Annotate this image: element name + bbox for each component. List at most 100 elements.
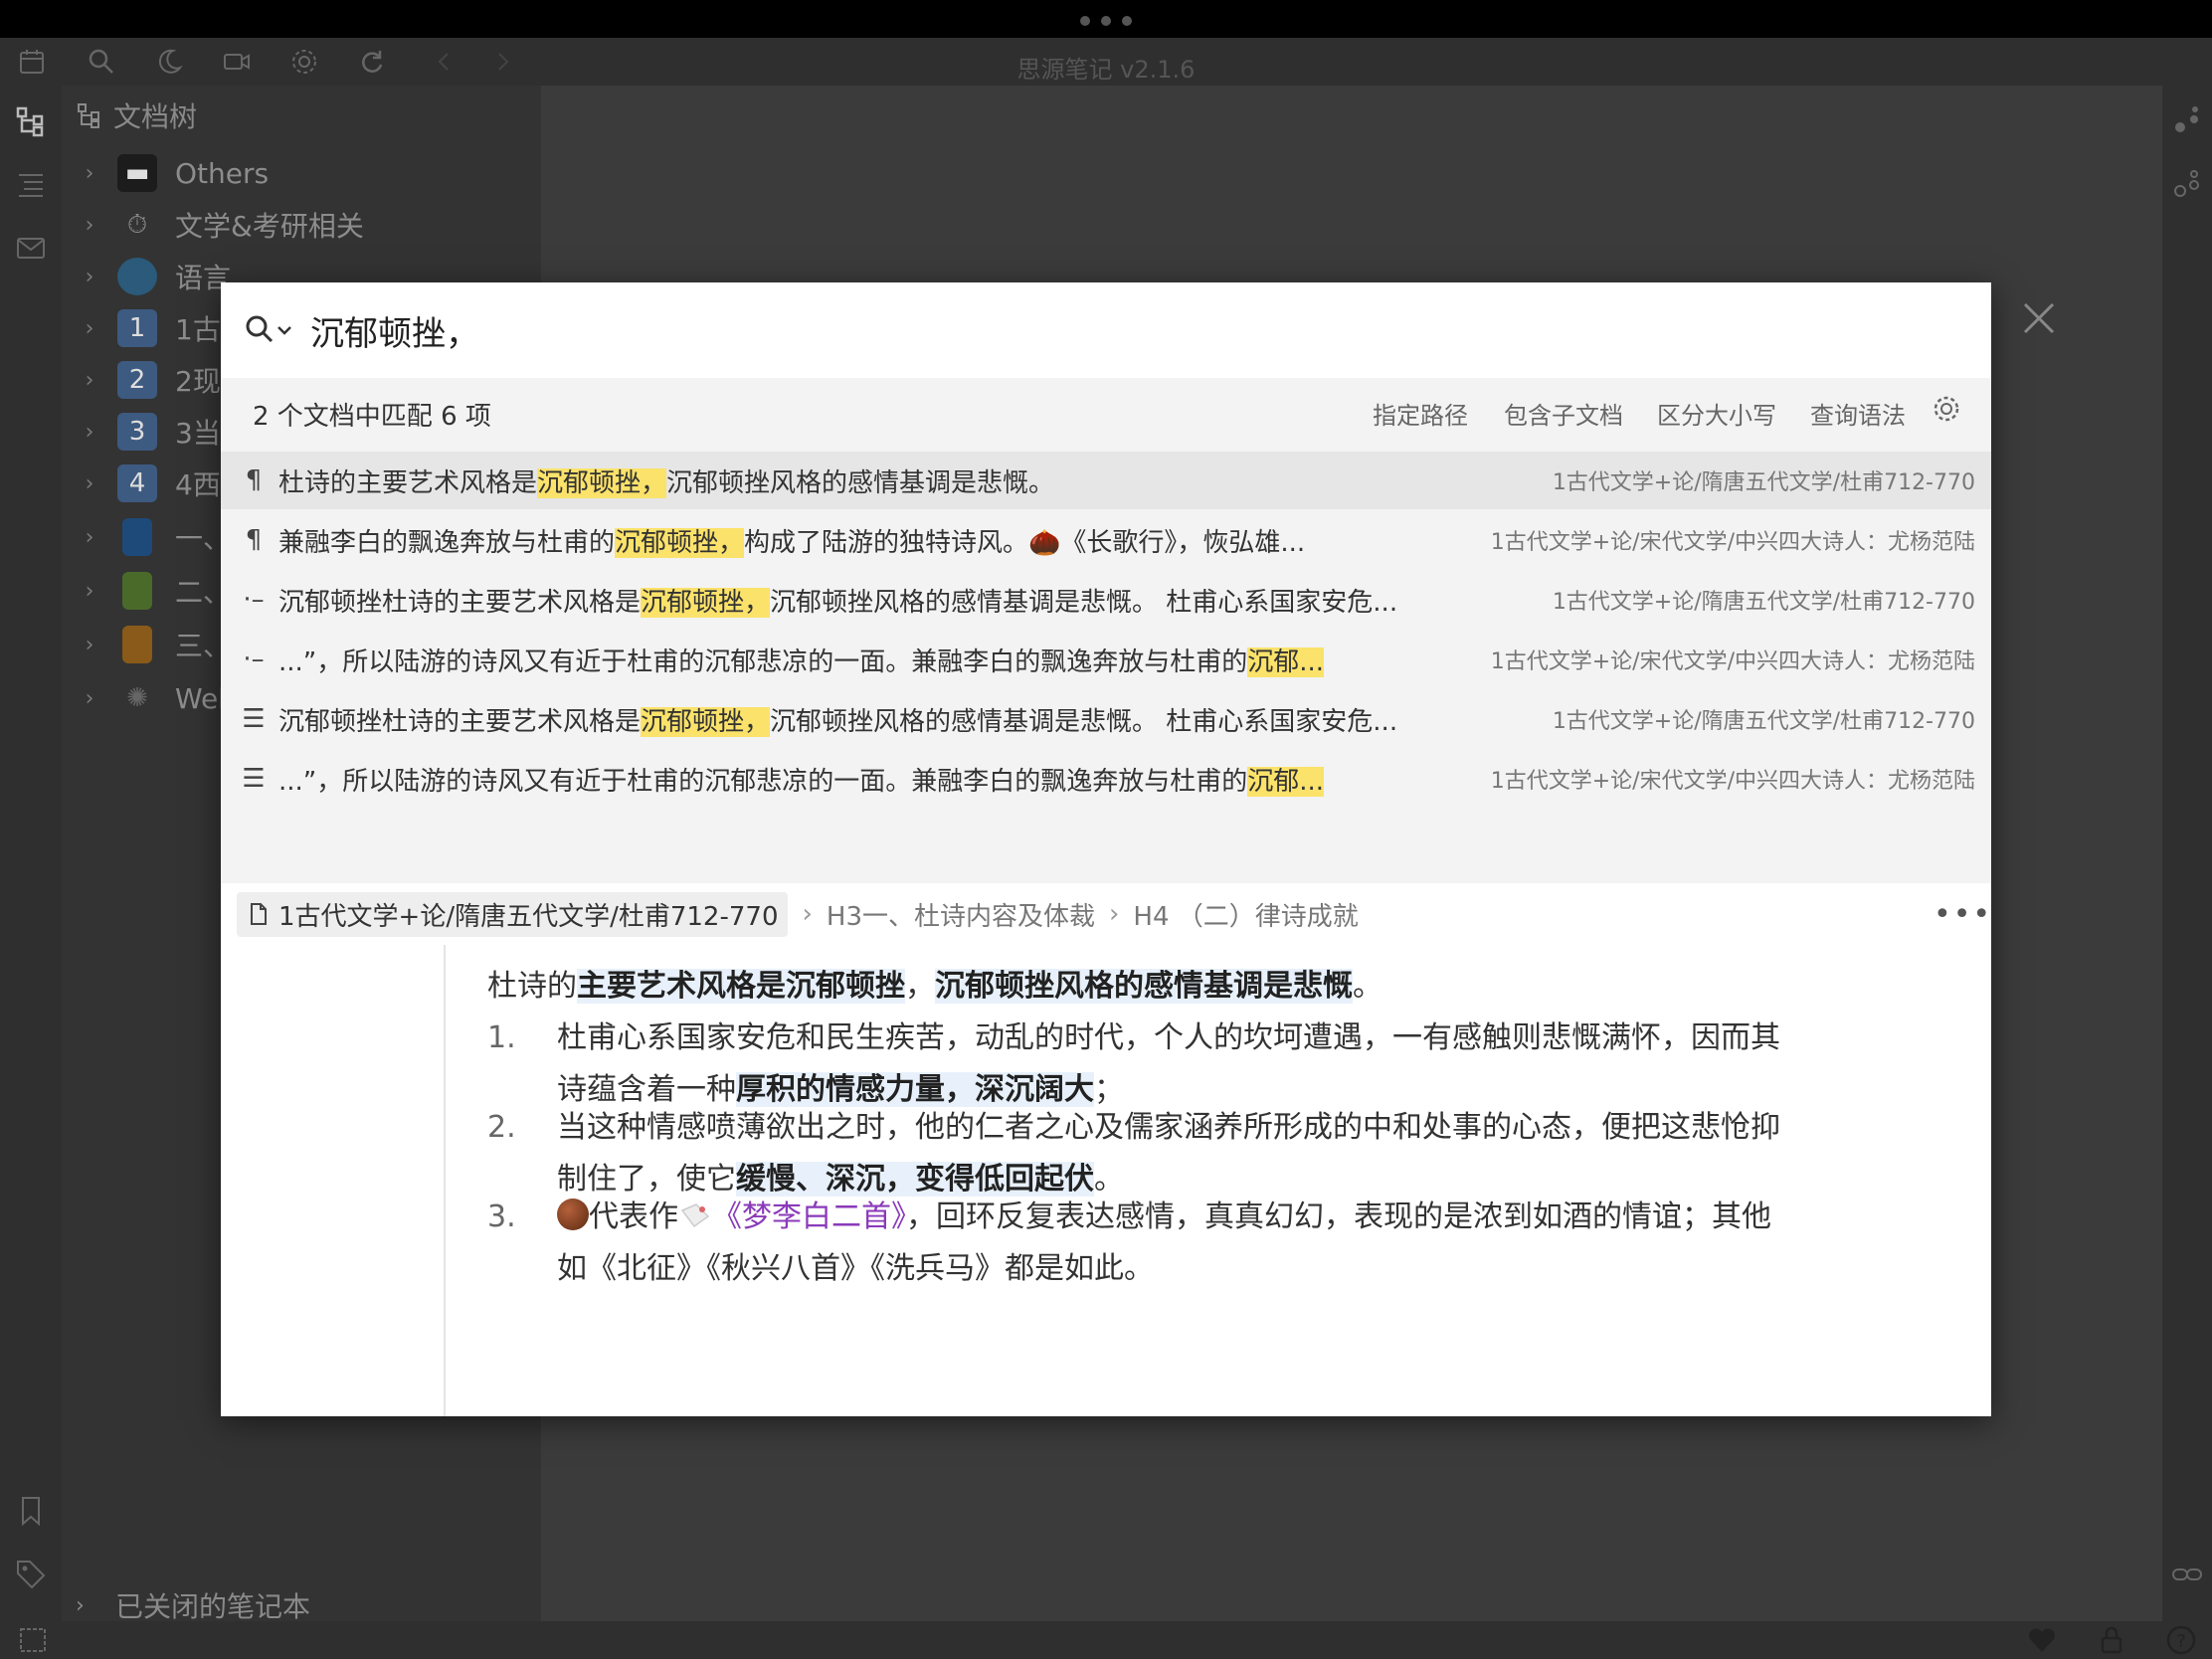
specify-path-button[interactable]: 指定路径	[1373, 396, 1468, 431]
keycap-1-icon: 1	[117, 309, 157, 347]
chevron-right-icon[interactable]: ›	[62, 265, 117, 289]
preview-paragraph[interactable]: 杜诗的主要艺术风格是沉郁顿挫，沉郁顿挫风格的感情基调是悲慨。	[487, 961, 1382, 1005]
list-item[interactable]: 2. 当这种情感喷薄欲出之时，他的仁者之心及儒家涵养所形成的中和处事的心态，便把…	[487, 1102, 1780, 1205]
spider-web-icon: ✺	[126, 683, 148, 713]
graph-icon[interactable]	[2170, 103, 2204, 137]
chevron-right-icon[interactable]: ›	[62, 161, 117, 186]
help-icon[interactable]: ?	[2164, 1623, 2196, 1655]
chevron-right-icon[interactable]: ›	[62, 368, 117, 393]
tree-item-label: 1古	[175, 313, 221, 346]
tree-item-language[interactable]: › 语言	[62, 251, 231, 302]
tree-item-3[interactable]: › 3 3当	[62, 406, 221, 458]
close-search-icon[interactable]	[2019, 298, 2059, 338]
keycap-4-icon: 4	[117, 464, 157, 502]
inbox-icon[interactable]	[14, 231, 48, 265]
match-highlight: 沉郁顿挫，	[537, 467, 667, 498]
block-reference-link[interactable]: 《梦李白二首》	[712, 1199, 906, 1234]
breadcrumb-h3[interactable]: H3一、杜诗内容及体裁	[827, 896, 1095, 933]
list-icon: ☰	[242, 704, 266, 734]
match-highlight: 沉郁顿挫，	[615, 527, 745, 558]
document-icon	[251, 903, 267, 925]
chevron-right-icon[interactable]: ›	[62, 525, 117, 550]
match-highlight: 沉郁顿挫，	[641, 706, 771, 737]
search-input[interactable]	[310, 310, 1902, 350]
green-book-icon	[122, 572, 152, 610]
search-result-row[interactable]: ¶ 兼融李白的飘逸奔放与杜甫的沉郁顿挫，构成了陆游的独特诗风。🌰《长歌行》，恢弘…	[221, 511, 1991, 569]
result-path: 1古代文学+论/隋唐五代文学/杜甫712-770	[1552, 590, 1975, 615]
result-path: 1古代文学+论/宋代文学/中兴四大诗人：尤杨范陆	[1490, 530, 1975, 555]
search-results: 2 个文档中匹配 6 项 指定路径 包含子文档 区分大小写 查询语法 ¶ 杜诗的…	[221, 378, 1991, 883]
app-title: 思源笔记 v2.1.6	[1016, 56, 1196, 84]
chevron-right-icon[interactable]: ›	[62, 471, 117, 496]
result-preview: 1古代文学+论/隋唐五代文学/杜甫712-770 › H3一、杜诗内容及体裁 ›…	[221, 883, 1991, 1416]
tree-item-label: Others	[175, 156, 270, 190]
tree-item-4[interactable]: › 4 4西	[62, 458, 221, 509]
chevron-right-icon: ›	[802, 899, 813, 929]
search-mode-dropdown[interactable]	[243, 310, 298, 350]
search-dialog: 2 个文档中匹配 6 项 指定路径 包含子文档 区分大小写 查询语法 ¶ 杜诗的…	[221, 282, 1991, 1416]
search-result-row[interactable]: ·– ...”，所以陆游的诗风又有近于杜甫的沉郁悲凉的一面。兼融李白的飘逸奔放与…	[221, 631, 1991, 688]
search-result-row[interactable]: ¶ 杜诗的主要艺术风格是沉郁顿挫，沉郁顿挫风格的感情基调是悲慨。 1古代文学+论…	[221, 452, 1991, 509]
tree-item-label: 2现	[175, 365, 221, 398]
search-settings-icon[interactable]	[1932, 394, 1961, 424]
bookmark-icon[interactable]	[14, 1494, 48, 1528]
match-highlight: 沉郁...	[1247, 766, 1325, 797]
heading-level-tag: H3	[826, 901, 862, 932]
search-result-row[interactable]: ·– 沉郁顿挫杜诗的主要艺术风格是沉郁顿挫，沉郁顿挫风格的感情基调是悲慨。 杜甫…	[221, 571, 1991, 629]
tree-item-others[interactable]: › ▬ Others	[62, 147, 269, 199]
dock-toggle-icon[interactable]	[16, 1623, 48, 1655]
film-clapper-icon: ▬	[117, 154, 157, 192]
toolbar: 思源笔记 v2.1.6	[0, 38, 2212, 86]
tree-item-section-1[interactable]: › 一、	[62, 511, 231, 563]
outline-icon[interactable]	[14, 167, 48, 201]
list-item[interactable]: 3. 代表作 《梦李白二首》，回环反复表达感情，真真幻幻，表现的是浓到如酒的情谊；…	[487, 1192, 1780, 1295]
breadcrumb-h4-label: （二）律诗成就	[1177, 901, 1359, 932]
chevron-right-icon[interactable]: ›	[62, 213, 117, 238]
chevron-right-icon[interactable]: ›	[62, 420, 117, 445]
case-sensitive-button[interactable]: 区分大小写	[1657, 396, 1776, 431]
query-syntax-button[interactable]: 查询语法	[1810, 396, 1906, 431]
result-path: 1古代文学+论/宋代文学/中兴四大诗人：尤杨范陆	[1490, 649, 1975, 674]
heading-level-tag: H4	[1133, 901, 1170, 932]
tree-item-web[interactable]: › ✺ Web	[62, 672, 236, 724]
chestnut-icon	[557, 1198, 589, 1230]
tree-item-section-2[interactable]: › 二、	[62, 565, 231, 617]
breadcrumb: 1古代文学+论/隋唐五代文学/杜甫712-770 › H3一、杜诗内容及体裁 ›…	[237, 891, 1359, 937]
chevron-right-icon[interactable]: ›	[62, 686, 117, 711]
svg-text:?: ?	[2176, 1631, 2186, 1652]
chevron-right-icon[interactable]: ›	[76, 1593, 115, 1618]
tag-icon[interactable]	[14, 1558, 48, 1591]
result-path: 1古代文学+论/隋唐五代文学/杜甫712-770	[1552, 470, 1975, 495]
tree-item-section-3[interactable]: › 三、	[62, 619, 231, 670]
tree-item-label: 3当	[175, 417, 221, 450]
result-text: 兼融李白的飘逸奔放与杜甫的沉郁顿挫，构成了陆游的独特诗风。🌰《长歌行》，恢弘雄.…	[278, 527, 1306, 558]
search-result-row[interactable]: ☰ ...”，所以陆游的诗风又有近于杜甫的沉郁悲凉的一面。兼融李白的飘逸奔放与杜…	[221, 750, 1991, 808]
tree-item-literature[interactable]: › ⏱ 文学&考研相关	[62, 199, 364, 251]
search-result-row[interactable]: ☰ 沉郁顿挫杜诗的主要艺术风格是沉郁顿挫，沉郁顿挫风格的感情基调是悲慨。 杜甫心…	[221, 690, 1991, 748]
more-menu-icon[interactable]: •••	[1934, 897, 1992, 932]
file-tree-icon[interactable]	[14, 103, 48, 137]
chevron-right-icon[interactable]: ›	[62, 316, 117, 341]
result-text: ...”，所以陆游的诗风又有近于杜甫的沉郁悲凉的一面。兼融李白的飘逸奔放与杜甫的…	[278, 646, 1325, 677]
closed-notebooks[interactable]: › 已关闭的笔记本	[76, 1585, 310, 1625]
multitask-dots-icon[interactable]	[1080, 16, 1132, 26]
breadcrumb-h4[interactable]: H4 （二）律诗成就	[1133, 896, 1358, 933]
lock-icon[interactable]	[2095, 1623, 2126, 1655]
stopwatch-icon: ⏱	[126, 209, 148, 240]
file-tree-header: 文档树	[76, 95, 197, 135]
breadcrumb-doc[interactable]: 1古代文学+论/隋唐五代文学/杜甫712-770	[237, 891, 789, 937]
chevron-right-icon[interactable]: ›	[62, 633, 117, 657]
chevron-right-icon[interactable]: ›	[62, 579, 117, 604]
blue-book-icon	[122, 518, 152, 556]
tree-item-1[interactable]: › 1 1古	[62, 302, 221, 354]
tree-item-2[interactable]: › 2 2现	[62, 354, 221, 406]
search-bar	[221, 282, 1991, 378]
status-bar: ?	[0, 1621, 2212, 1659]
list-item[interactable]: 1. 杜甫心系国家安危和民生疾苦，动乱的时代，个人的坎坷遭遇，一有感触则悲慨满怀…	[487, 1013, 1780, 1116]
keycap-3-icon: 3	[117, 413, 157, 451]
match-highlight: 沉郁...	[1247, 646, 1325, 677]
backlink-icon[interactable]	[2170, 1558, 2204, 1591]
include-children-button[interactable]: 包含子文档	[1504, 396, 1623, 431]
heart-icon[interactable]	[2025, 1623, 2057, 1655]
global-graph-icon[interactable]	[2170, 167, 2204, 201]
